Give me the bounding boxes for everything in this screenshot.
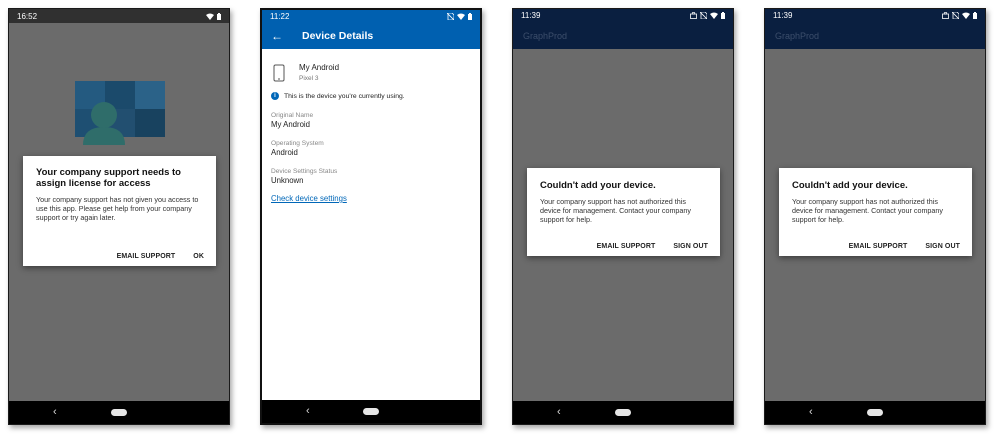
field-original-name: Original Name My Android (262, 112, 480, 130)
back-nav-icon[interactable]: ‹ (809, 407, 813, 418)
field-label: Device Settings Status (271, 168, 338, 175)
no-sim-icon (447, 13, 454, 20)
device-name: My Android (299, 63, 340, 72)
current-device-notice: i This is the device you're currently us… (262, 83, 480, 100)
status-bar: 11:39 (765, 9, 985, 22)
status-bar: 11:39 (513, 9, 733, 22)
sign-out-button[interactable]: SIGN OUT (673, 243, 708, 250)
home-pill-icon[interactable] (111, 409, 127, 416)
briefcase-icon (942, 12, 949, 19)
email-support-button[interactable]: EMAIL SUPPORT (117, 253, 176, 260)
navigation-bar: ‹ (262, 400, 480, 423)
email-support-button[interactable]: EMAIL SUPPORT (597, 243, 656, 250)
navigation-bar: ‹ (9, 401, 229, 424)
sign-out-button[interactable]: SIGN OUT (925, 243, 960, 250)
navigation-bar: ‹ (765, 401, 985, 424)
email-support-button[interactable]: EMAIL SUPPORT (849, 243, 908, 250)
field-value: Unknown (271, 176, 304, 185)
dialog-message: Your company support has not authorized … (540, 197, 692, 224)
device-header: My Android Pixel 3 (262, 49, 480, 83)
battery-icon (973, 12, 977, 19)
phone-screen-add-device-error: 11:39 GraphProd Couldn't add your device… (512, 8, 734, 425)
status-time: 16:52 (17, 11, 38, 21)
wifi-icon (962, 12, 970, 19)
home-pill-icon[interactable] (867, 409, 883, 416)
battery-icon (217, 12, 221, 20)
no-sim-icon (700, 12, 707, 19)
add-device-error-dialog: Couldn't add your device. Your company s… (779, 168, 972, 256)
dialog-title: Couldn't add your device. (540, 180, 656, 191)
field-value: My Android (271, 120, 311, 129)
wifi-icon (457, 13, 465, 20)
field-label: Original Name (271, 112, 314, 119)
back-nav-icon[interactable]: ‹ (53, 407, 57, 418)
status-time: 11:39 (773, 11, 793, 20)
dialog-actions: EMAIL SUPPORT SIGN OUT (597, 243, 708, 250)
status-bar: 11:22 (262, 10, 480, 23)
phone-screen-add-device-error-2: 11:39 GraphProd Couldn't add your device… (764, 8, 986, 425)
dialog-message: Your company support has not authorized … (792, 197, 944, 224)
app-bar: GraphProd (765, 22, 985, 49)
phone-screen-device-details: 11:22 ← Device Details My Android Pixel … (260, 8, 482, 425)
phone-screen-license-dialog: 16:52 Your company support needs to assi… (8, 8, 230, 425)
company-portal-illustration (75, 81, 165, 145)
back-nav-icon[interactable]: ‹ (557, 407, 561, 418)
dialog-title: Couldn't add your device. (792, 180, 908, 191)
battery-icon (721, 12, 725, 19)
status-time: 11:39 (521, 11, 541, 20)
phone-icon (273, 64, 285, 82)
info-text: This is the device you're currently usin… (284, 92, 405, 100)
device-model: Pixel 3 (299, 75, 319, 82)
status-bar: 16:52 (9, 9, 229, 23)
app-title: GraphProd (775, 30, 820, 41)
ok-button[interactable]: OK (193, 253, 204, 260)
license-dialog: Your company support needs to assign lic… (23, 156, 216, 266)
add-device-error-dialog: Couldn't add your device. Your company s… (527, 168, 720, 256)
field-value: Android (271, 148, 298, 157)
wifi-icon (710, 12, 718, 19)
dialog-actions: EMAIL SUPPORT SIGN OUT (849, 243, 960, 250)
check-device-settings-link[interactable]: Check device settings (262, 194, 480, 203)
battery-icon (468, 13, 472, 20)
dialog-message: Your company support has not given you a… (36, 195, 199, 222)
app-bar: ← Device Details (262, 23, 480, 49)
info-icon: i (271, 92, 279, 100)
home-pill-icon[interactable] (363, 408, 379, 415)
back-nav-icon[interactable]: ‹ (306, 406, 310, 417)
page-title: Device Details (302, 30, 374, 42)
field-label: Operating System (271, 140, 324, 147)
no-sim-icon (952, 12, 959, 19)
dialog-actions: EMAIL SUPPORT OK (117, 253, 204, 260)
briefcase-icon (690, 12, 697, 19)
dialog-title: Your company support needs to assign lic… (36, 167, 181, 189)
field-device-settings-status: Device Settings Status Unknown (262, 168, 480, 186)
app-bar: GraphProd (513, 22, 733, 49)
back-arrow-icon[interactable]: ← (271, 29, 291, 43)
app-title: GraphProd (523, 30, 568, 41)
status-time: 11:22 (270, 12, 290, 21)
field-operating-system: Operating System Android (262, 140, 480, 158)
navigation-bar: ‹ (513, 401, 733, 424)
wifi-icon (206, 13, 214, 20)
home-pill-icon[interactable] (615, 409, 631, 416)
